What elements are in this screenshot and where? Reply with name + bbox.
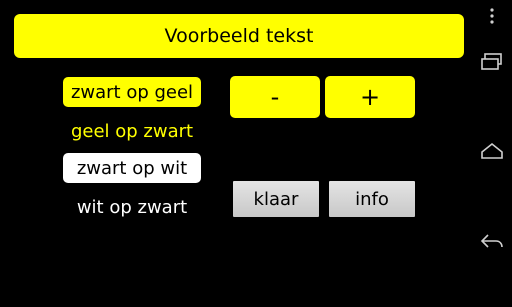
option-wit-op-zwart[interactable]: wit op zwart	[63, 192, 201, 222]
menu-icon[interactable]	[489, 8, 495, 24]
info-button[interactable]: info	[329, 181, 415, 217]
klaar-button[interactable]: klaar	[233, 181, 319, 217]
option-zwart-op-wit[interactable]: zwart op wit	[63, 153, 201, 183]
home-icon[interactable]	[480, 141, 504, 161]
screen: Voorbeeld tekst zwart op geel geel op zw…	[0, 0, 512, 307]
back-icon[interactable]	[480, 231, 504, 251]
decrease-size-button[interactable]: -	[230, 76, 320, 118]
recent-apps-icon[interactable]	[480, 53, 504, 71]
preview-text: Voorbeeld tekst	[14, 14, 464, 58]
system-navigation-bar	[472, 0, 512, 307]
app-area: Voorbeeld tekst zwart op geel geel op zw…	[0, 0, 472, 307]
option-zwart-op-geel[interactable]: zwart op geel	[63, 77, 201, 107]
option-geel-op-zwart[interactable]: geel op zwart	[63, 116, 201, 146]
increase-size-button[interactable]: +	[325, 76, 415, 118]
